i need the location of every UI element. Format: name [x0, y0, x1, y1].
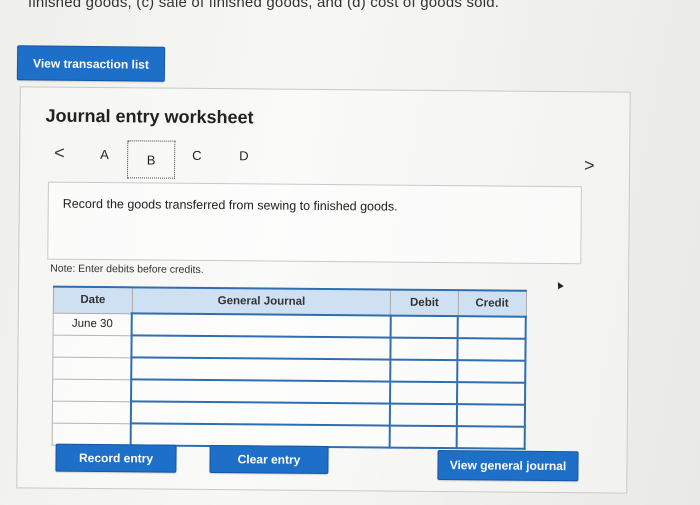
worksheet-title: Journal entry worksheet: [45, 105, 254, 128]
account-input[interactable]: [131, 401, 390, 426]
credit-input[interactable]: [457, 360, 526, 383]
header-debit: Debit: [390, 289, 459, 317]
debit-input[interactable]: [390, 337, 458, 361]
tab-b[interactable]: B: [126, 140, 176, 179]
view-general-journal-button[interactable]: View general journal: [437, 450, 579, 482]
header-credit: Credit: [458, 290, 527, 317]
date-cell: [52, 400, 132, 424]
date-cell: June 30: [53, 312, 133, 336]
credit-input[interactable]: [457, 404, 526, 427]
tab-d[interactable]: D: [239, 148, 249, 163]
record-entry-button[interactable]: Record entry: [55, 443, 177, 473]
note-text: Note: Enter debits before credits.: [50, 262, 204, 276]
debit-input[interactable]: [389, 403, 458, 427]
account-input[interactable]: [131, 335, 391, 360]
credit-input[interactable]: [457, 316, 526, 339]
journal-table: Date General Journal Debit Credit June 3…: [52, 286, 527, 450]
chevron-left-icon[interactable]: <: [54, 143, 65, 164]
chevron-right-icon[interactable]: >: [584, 155, 595, 176]
account-input[interactable]: [131, 357, 391, 382]
account-input[interactable]: [132, 313, 391, 338]
journal-entry-worksheet: Journal entry worksheet < A B C D > Reco…: [16, 86, 631, 494]
tab-c[interactable]: C: [192, 148, 202, 163]
mouse-cursor-icon: ▲: [551, 277, 568, 293]
debit-input[interactable]: [389, 359, 458, 383]
date-cell: [52, 334, 133, 358]
header-date: Date: [53, 286, 133, 314]
credit-input[interactable]: [457, 338, 526, 361]
date-cell: [52, 356, 132, 380]
instruction-text: Record the goods transferred from sewing…: [62, 196, 398, 214]
instruction-box: Record the goods transferred from sewing…: [47, 181, 582, 265]
credit-input[interactable]: [456, 426, 525, 449]
credit-input[interactable]: [457, 382, 526, 405]
header-general-journal: General Journal: [132, 287, 391, 316]
view-transaction-list-button[interactable]: View transaction list: [16, 45, 166, 82]
tab-a[interactable]: A: [100, 147, 109, 162]
date-cell: [52, 378, 132, 402]
account-input[interactable]: [131, 379, 390, 404]
header-cut-text: finished goods, (c) sale of finished goo…: [28, 0, 500, 11]
clear-entry-button[interactable]: Clear entry: [209, 445, 329, 475]
debit-input[interactable]: [389, 381, 458, 405]
debit-input[interactable]: [390, 315, 459, 339]
date-cell: [52, 422, 132, 446]
debit-input[interactable]: [389, 425, 458, 449]
